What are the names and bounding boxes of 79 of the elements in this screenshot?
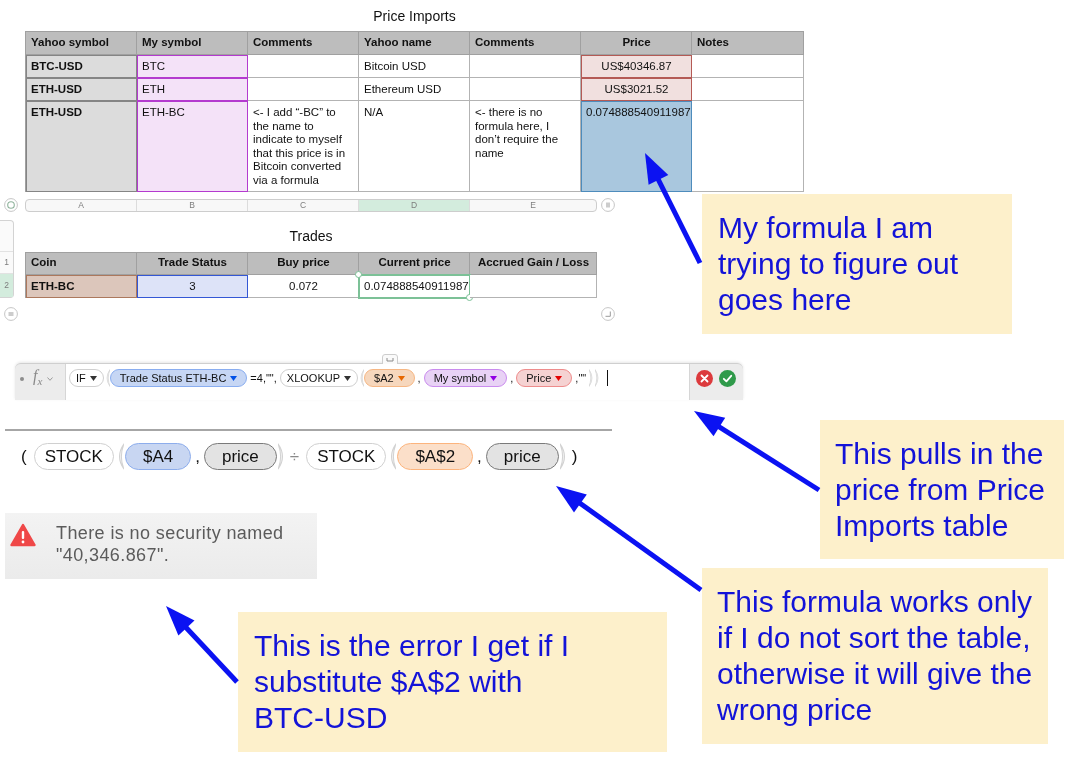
row-number[interactable]: 2 bbox=[0, 273, 13, 297]
circle-icon[interactable] bbox=[4, 198, 18, 213]
reference-token[interactable]: My symbol bbox=[423, 369, 508, 387]
table-cell: 3 bbox=[137, 274, 248, 298]
callout-text: This pulls in the price from Price Imports table bbox=[835, 436, 1047, 544]
column-header: Notes bbox=[692, 32, 804, 55]
warning-icon bbox=[10, 523, 36, 547]
formula-field[interactable]: IF Trade Status ETH-BC =4,"", XLOOKUP $A2 , My symbol , Price ,"" bbox=[65, 364, 690, 400]
formula-text: , bbox=[477, 446, 482, 467]
column-letter[interactable]: A bbox=[26, 199, 137, 211]
caret-icon[interactable] bbox=[89, 375, 97, 381]
formula-text: , bbox=[195, 446, 200, 467]
callout-text: This is the error I get if I substitute $A$2 with BTC-USD bbox=[254, 628, 571, 736]
table-cell: N/A bbox=[359, 101, 470, 192]
table-cell: Bitcoin USD bbox=[359, 55, 470, 78]
table-cell: <- there is no formula here, I don’t require the name bbox=[470, 101, 581, 192]
function-token[interactable]: STOCK bbox=[33, 443, 114, 470]
table-cell: US$40346.87 bbox=[581, 55, 692, 78]
error-message: There is no security named "40,346.867". bbox=[56, 522, 285, 566]
formula-text: ,"" bbox=[575, 372, 587, 384]
close-icon[interactable] bbox=[696, 370, 713, 387]
formula-text: =4,"", bbox=[250, 372, 277, 384]
column-header: Yahoo symbol bbox=[26, 32, 137, 55]
function-token[interactable]: STOCK bbox=[306, 443, 387, 470]
table-cell: 0.074888540911987 bbox=[581, 101, 692, 192]
table-cell: BTC-USD bbox=[26, 55, 137, 78]
chevron-icon[interactable] bbox=[47, 377, 54, 381]
function-token[interactable]: IF bbox=[69, 369, 104, 387]
column-header: My symbol bbox=[137, 32, 248, 55]
formula-operator: ÷ bbox=[289, 446, 300, 467]
column-letter[interactable]: B bbox=[137, 199, 248, 211]
selection-handle[interactable] bbox=[355, 270, 362, 278]
table-cell: ETH-USD bbox=[26, 101, 137, 192]
column-header: Coin bbox=[26, 252, 137, 275]
bracket-icon bbox=[358, 369, 364, 387]
callout-text: This formula works only if I do not sort the table, otherwise it will give the wrong price bbox=[717, 584, 1034, 728]
value-token[interactable]: price bbox=[485, 443, 559, 470]
text-cursor bbox=[607, 370, 609, 386]
column-header: Price bbox=[581, 32, 692, 55]
reference-token[interactable]: Price bbox=[516, 369, 573, 387]
reference-token[interactable]: $A2 bbox=[364, 369, 415, 387]
formula-text: , bbox=[510, 372, 514, 384]
table-cell: ETH bbox=[137, 78, 248, 101]
reference-token[interactable]: $A$2 bbox=[397, 443, 474, 470]
reference-token[interactable]: $A4 bbox=[124, 443, 192, 470]
bracket-icon bbox=[103, 369, 110, 387]
caret-icon[interactable] bbox=[344, 375, 351, 381]
table-title: Trades bbox=[289, 227, 333, 244]
column-header: Buy price bbox=[248, 252, 359, 275]
column-header: Trade Status bbox=[137, 252, 248, 275]
formula-text: ( bbox=[21, 446, 27, 467]
table-cell: 0.072 bbox=[248, 274, 359, 298]
table-cell: Ethereum USD bbox=[359, 78, 470, 101]
column-header: Yahoo name bbox=[359, 32, 470, 55]
column-header: Comments bbox=[470, 32, 581, 55]
corner-icon[interactable] bbox=[601, 306, 615, 321]
table-cell: <- I add “-BC” to the name to indicate to myself that this price is in Bitcoin converted via a formula bbox=[248, 101, 359, 192]
formula-text: ) bbox=[571, 446, 578, 467]
column-header: Current price bbox=[359, 252, 470, 275]
double-bar-icon[interactable] bbox=[601, 198, 615, 213]
function-token[interactable]: XLOOKUP bbox=[279, 369, 358, 387]
callout-text: My formula I am trying to figure out goes here bbox=[718, 210, 960, 318]
dot-icon bbox=[20, 377, 24, 381]
reference-token[interactable]: Trade Status ETH-BC bbox=[109, 369, 248, 387]
table-cell: ETH-BC bbox=[137, 101, 248, 192]
formula-text: , bbox=[417, 372, 421, 384]
table-title: Price Imports bbox=[373, 7, 456, 24]
check-icon[interactable] bbox=[719, 370, 736, 387]
column-header: Comments bbox=[248, 32, 359, 55]
table-cell: ETH-BC bbox=[26, 274, 137, 298]
column-letter[interactable]: D bbox=[359, 199, 470, 211]
column-letter[interactable]: E bbox=[470, 199, 596, 211]
table-cell: US$3021.52 bbox=[581, 78, 692, 101]
value-token[interactable]: price bbox=[203, 443, 277, 470]
table-cell: ETH-USD bbox=[26, 78, 137, 101]
row-number[interactable]: 1 bbox=[0, 251, 13, 274]
table-cell: BTC bbox=[137, 55, 248, 78]
column-header: Accrued Gain / Loss bbox=[470, 252, 597, 275]
handle-icon[interactable] bbox=[382, 354, 398, 364]
